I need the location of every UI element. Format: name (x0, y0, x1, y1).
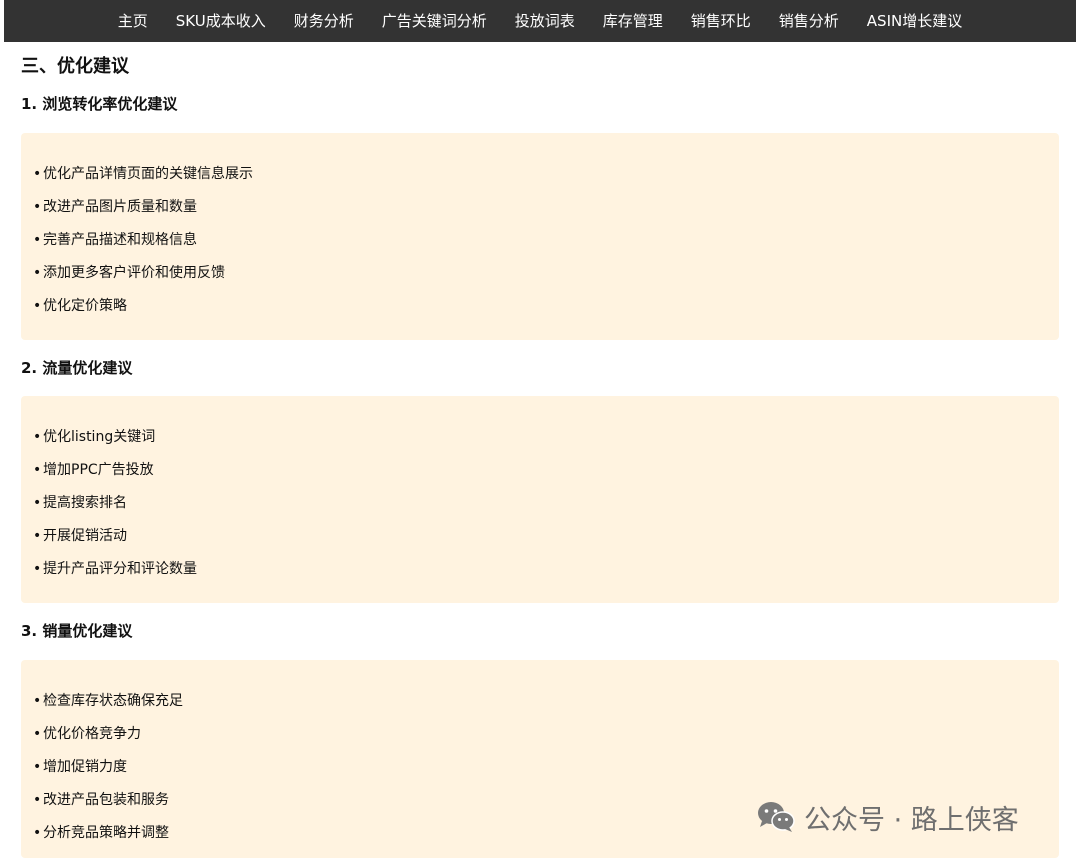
nav-item-sku-cost-income[interactable]: SKU成本收入 (162, 0, 280, 42)
bullet-marker: • (33, 265, 42, 281)
bullet-marker: • (33, 462, 42, 478)
list-item-text: 改进产品图片质量和数量 (43, 199, 197, 215)
nav-item-sales-analysis[interactable]: 销售分析 (765, 0, 853, 42)
list-item: • 提高搜索排名 (33, 487, 1059, 520)
bullet-marker: • (33, 792, 42, 808)
list-item: • 完善产品描述和规格信息 (33, 224, 1059, 257)
suggestion-list: • 优化产品详情页面的关键信息展示 • 改进产品图片质量和数量 • 完善产品描述和规格… (21, 133, 1059, 323)
page-title: 三、优化建议 (21, 56, 129, 77)
section-heading-traffic: 2. 流量优化建议 (21, 359, 133, 377)
list-item-text: 开展促销活动 (43, 528, 127, 544)
list-item: • 改进产品图片质量和数量 (33, 191, 1059, 224)
suggestion-card-traffic: • 优化listing关键词 • 增加PPC广告投放 • 提高搜索排名 • 开展促销活动… (21, 396, 1059, 603)
list-item-text: 增加PPC广告投放 (43, 462, 154, 478)
list-item: • 优化定价策略 (33, 290, 1059, 323)
section-heading-sales: 3. 销量优化建议 (21, 622, 133, 640)
bullet-marker: • (33, 528, 42, 544)
list-item-text: 改进产品包装和服务 (43, 792, 169, 808)
bullet-marker: • (33, 232, 42, 248)
list-item: • 提升产品评分和评论数量 (33, 553, 1059, 586)
list-item-text: 添加更多客户评价和使用反馈 (43, 265, 225, 281)
nav-item-asin-growth-advice[interactable]: ASIN增长建议 (853, 0, 976, 42)
list-item-text: 优化定价策略 (43, 298, 127, 314)
nav-item-ad-keyword-analysis[interactable]: 广告关键词分析 (368, 0, 501, 42)
bullet-marker: • (33, 825, 42, 841)
list-item: • 优化listing关键词 (33, 421, 1059, 454)
nav-item-home[interactable]: 主页 (104, 0, 162, 42)
bullet-marker: • (33, 429, 42, 445)
list-item: • 增加促销力度 (33, 751, 1059, 784)
section-heading-conversion: 1. 浏览转化率优化建议 (21, 95, 178, 113)
report-page: 主页 SKU成本收入 财务分析 广告关键词分析 投放词表 库存管理 销售环比 销… (0, 0, 1080, 858)
list-item: • 开展促销活动 (33, 520, 1059, 553)
list-item: • 检查库存状态确保充足 (33, 685, 1059, 718)
nav-item-financial-analysis[interactable]: 财务分析 (280, 0, 368, 42)
top-navbar: 主页 SKU成本收入 财务分析 广告关键词分析 投放词表 库存管理 销售环比 销… (4, 0, 1076, 42)
nav-item-inventory-management[interactable]: 库存管理 (589, 0, 677, 42)
list-item-text: 检查库存状态确保充足 (43, 693, 183, 709)
list-item-text: 提升产品评分和评论数量 (43, 561, 197, 577)
list-item-text: 分析竞品策略并调整 (43, 825, 169, 841)
watermark-text: 公众号 · 路上侠客 (804, 804, 1019, 836)
wechat-icon (758, 802, 795, 832)
list-item: • 添加更多客户评价和使用反馈 (33, 257, 1059, 290)
suggestion-list: • 优化listing关键词 • 增加PPC广告投放 • 提高搜索排名 • 开展促销活动… (21, 396, 1059, 586)
bullet-marker: • (33, 693, 42, 709)
nav-item-sales-comparison[interactable]: 销售环比 (677, 0, 765, 42)
bullet-marker: • (33, 495, 42, 511)
bullet-marker: • (33, 166, 42, 182)
list-item: • 优化价格竞争力 (33, 718, 1059, 751)
bullet-marker: • (33, 759, 42, 775)
bullet-marker: • (33, 726, 42, 742)
list-item-text: 优化listing关键词 (43, 429, 156, 445)
bullet-marker: • (33, 561, 42, 577)
list-item: • 优化产品详情页面的关键信息展示 (33, 158, 1059, 191)
bullet-marker: • (33, 199, 42, 215)
bullet-marker: • (33, 298, 42, 314)
list-item: • 增加PPC广告投放 (33, 454, 1059, 487)
suggestion-card-conversion: • 优化产品详情页面的关键信息展示 • 改进产品图片质量和数量 • 完善产品描述和规格… (21, 133, 1059, 340)
list-item-text: 优化价格竞争力 (43, 726, 141, 742)
list-item-text: 增加促销力度 (43, 759, 127, 775)
watermark: 公众号 · 路上侠客 (756, 797, 1019, 837)
list-item-text: 优化产品详情页面的关键信息展示 (43, 166, 253, 182)
list-item-text: 完善产品描述和规格信息 (43, 232, 197, 248)
list-item-text: 提高搜索排名 (43, 495, 127, 511)
nav-item-placement-keywords[interactable]: 投放词表 (501, 0, 589, 42)
